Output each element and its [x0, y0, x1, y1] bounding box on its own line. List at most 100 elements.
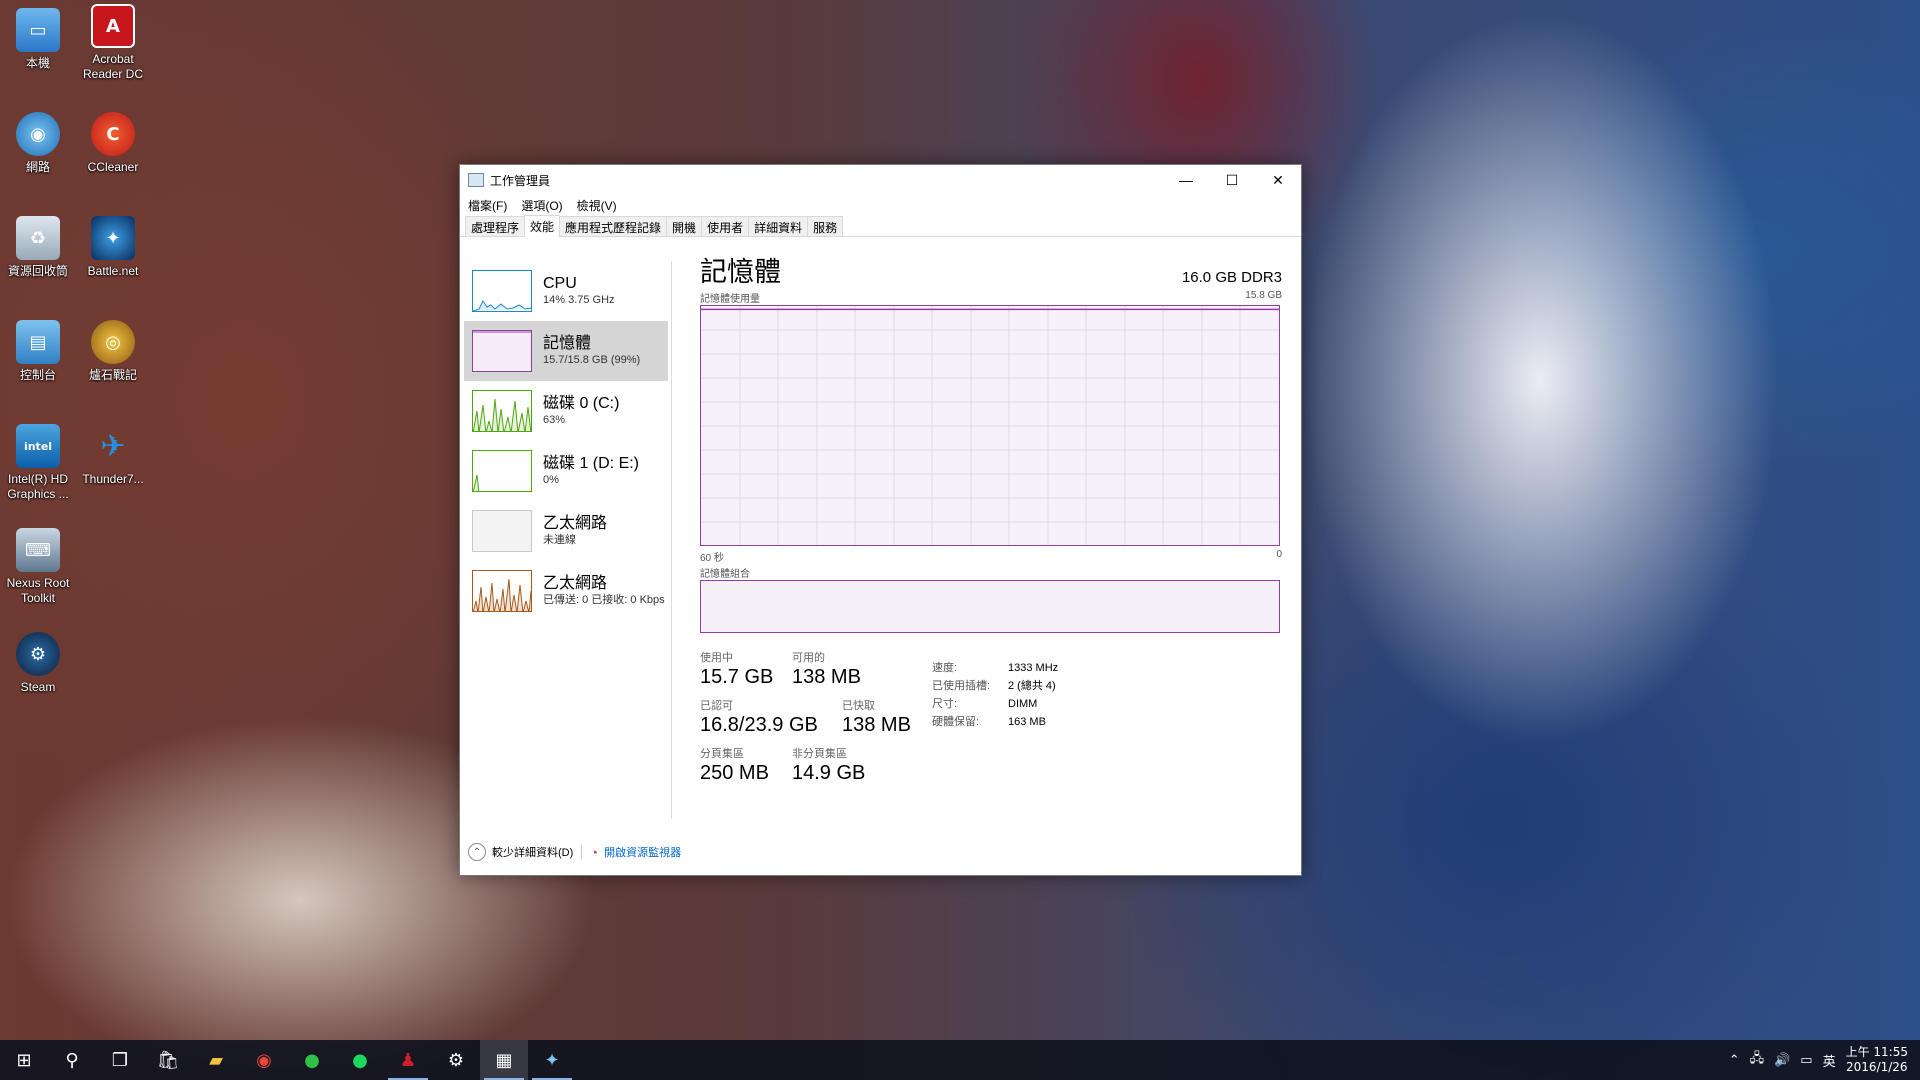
- menu-view[interactable]: 檢視(V): [577, 197, 617, 214]
- input-language[interactable]: 英: [1823, 1051, 1836, 1070]
- resource-item-ethernet-2[interactable]: 乙太網路 已傳送: 0 已接收: 0 Kbps: [464, 561, 668, 621]
- spotify-icon: ●: [352, 1049, 368, 1071]
- desktop-icon-nexus-root-toolkit[interactable]: ⌨ Nexus Root Toolkit: [0, 528, 76, 606]
- chrome-button[interactable]: ◉: [240, 1040, 288, 1080]
- stat-value: 15.7 GB: [700, 666, 774, 688]
- resource-item-disk1[interactable]: 磁碟 1 (D: E:) 0%: [464, 441, 668, 501]
- tab-performance[interactable]: 效能: [524, 215, 561, 237]
- stat-available: 可用的 138 MB: [792, 651, 861, 689]
- stat-label: 已認可: [700, 700, 733, 712]
- resource-monitor-icon: ◔: [590, 844, 599, 860]
- open-resource-monitor-link[interactable]: 開啟資源監視器: [604, 844, 681, 860]
- clock-date: 2016/1/26: [1846, 1060, 1908, 1074]
- desktop-icon-hearthstone[interactable]: ◎ 爐石戰記: [75, 320, 151, 383]
- desktop-icon-ccleaner[interactable]: C CCleaner: [75, 112, 151, 175]
- desktop-icon-recycle-bin[interactable]: ♻ 資源回收筒: [0, 216, 76, 279]
- tab-services[interactable]: 服務: [807, 216, 844, 236]
- resource-item-memory[interactable]: 記憶體 15.7/15.8 GB (99%): [464, 321, 668, 381]
- menu-file[interactable]: 檔案(F): [468, 197, 507, 214]
- line-button[interactable]: ●: [288, 1040, 336, 1080]
- recycle-bin-icon: ♻: [16, 216, 60, 260]
- desktop-icon-steam[interactable]: ⚙ Steam: [0, 632, 76, 695]
- red-app-button[interactable]: ♟: [384, 1040, 432, 1080]
- maximize-button[interactable]: ☐: [1209, 165, 1255, 195]
- resource-sub: 14% 3.75 GHz: [543, 293, 615, 306]
- action-center-icon[interactable]: ▭: [1800, 1053, 1812, 1068]
- stat-value: 138 MB: [842, 714, 911, 736]
- spotify-button[interactable]: ●: [336, 1040, 384, 1080]
- resource-name: 磁碟 1 (D: E:): [543, 454, 640, 472]
- desktop-icon-acrobat[interactable]: A Acrobat Reader DC: [75, 4, 151, 82]
- desktop-icon-battlenet[interactable]: ✦ Battle.net: [75, 216, 151, 279]
- resource-name: 乙太網路: [543, 574, 608, 592]
- desktop-icon-thunder[interactable]: ✈ Thunder7...: [75, 424, 151, 487]
- app-red-icon: ♟: [399, 1049, 417, 1071]
- menu-options[interactable]: 選項(O): [521, 197, 562, 214]
- task-view-button[interactable]: ❐: [96, 1040, 144, 1080]
- detail-value: 163 MB: [1008, 716, 1046, 728]
- close-button[interactable]: ✕: [1255, 165, 1301, 195]
- close-icon: ✕: [1272, 171, 1284, 188]
- store-button[interactable]: 🛍: [144, 1040, 192, 1080]
- start-button[interactable]: ⊞: [0, 1040, 48, 1080]
- resource-item-ethernet-1[interactable]: 乙太網路 未連線: [464, 501, 668, 561]
- disk1-thumbnail-graph: [472, 450, 532, 492]
- taskbar: ⊞ ⚲ ❐ 🛍 ▰ ◉ ● ● ♟ ⚙ ▦ ✦ ⌃ 🖧 🔊 ▭ 英 上午 11:…: [0, 1040, 1920, 1080]
- resource-name: 記憶體: [543, 334, 592, 352]
- desktop-icon-intel-graphics[interactable]: intel Intel(R) HD Graphics ...: [0, 424, 76, 502]
- usage-graph-max: 15.8 GB: [1245, 290, 1282, 301]
- desktop-icon-control-panel[interactable]: ▤ 控制台: [0, 320, 76, 383]
- memory-spec: 16.0 GB DDR3: [1181, 269, 1282, 286]
- tab-details[interactable]: 詳細資料: [748, 216, 809, 236]
- thunder-icon: ✈: [100, 428, 126, 464]
- minimize-icon: —: [1179, 172, 1193, 188]
- usage-gridlines: [701, 306, 1279, 545]
- battlenet-taskbar-icon: ✦: [544, 1049, 560, 1071]
- stat-committed: 已認可 16.8/23.9 GB: [700, 699, 818, 737]
- details-keys: 速度: 已使用插槽: 尺寸: 硬體保留:: [932, 659, 990, 731]
- volume-icon[interactable]: 🔊: [1774, 1053, 1790, 1068]
- tab-app-history[interactable]: 應用程式歷程記錄: [559, 216, 668, 236]
- control-panel-icon: ▤: [16, 320, 60, 364]
- resource-item-disk0[interactable]: 磁碟 0 (C:) 63%: [464, 381, 668, 441]
- stat-value: 250 MB: [700, 762, 769, 784]
- title-bar[interactable]: 工作管理員 — ☐ ✕: [460, 165, 1301, 195]
- system-tray: ⌃ 🖧 🔊 ▭ 英 上午 11:55 2016/1/26: [1729, 1040, 1920, 1080]
- resource-sub: 未連線: [543, 533, 576, 546]
- resource-name: 乙太網路: [543, 514, 608, 532]
- desktop-icon-network[interactable]: ◉ 網路: [0, 112, 76, 175]
- battlenet-taskbar-button[interactable]: ✦: [528, 1040, 576, 1080]
- tab-users[interactable]: 使用者: [701, 216, 750, 236]
- stat-value: 16.8/23.9 GB: [700, 714, 818, 736]
- tab-startup[interactable]: 開機: [666, 216, 703, 236]
- acrobat-icon: A: [91, 4, 135, 48]
- detail-key: 尺寸:: [932, 698, 958, 710]
- stat-nonpaged-pool: 非分頁集區 14.9 GB: [792, 747, 865, 785]
- hearthstone-icon: ◎: [91, 320, 135, 364]
- settings-button[interactable]: ⚙: [432, 1040, 480, 1080]
- file-explorer-button[interactable]: ▰: [192, 1040, 240, 1080]
- minimize-button[interactable]: —: [1163, 165, 1209, 195]
- chevron-up-icon[interactable]: ⌃: [468, 843, 486, 861]
- steam-icon: ⚙: [16, 632, 60, 676]
- fewer-details-link[interactable]: 較少詳細資料(D): [492, 844, 573, 860]
- network-tray-icon[interactable]: 🖧: [1750, 1049, 1765, 1071]
- detail-value: 2 (總共 4): [1008, 680, 1056, 692]
- panel-divider: [671, 261, 672, 819]
- network-icon: ◉: [16, 112, 60, 156]
- resource-item-cpu[interactable]: CPU 14% 3.75 GHz: [464, 261, 668, 321]
- composition-label: 記憶體組合: [700, 569, 750, 580]
- tab-processes[interactable]: 處理程序: [465, 216, 526, 236]
- stat-label: 可用的: [792, 652, 825, 664]
- tray-chevron-up-icon[interactable]: ⌃: [1729, 1053, 1740, 1068]
- window-title: 工作管理員: [490, 173, 551, 188]
- memory-composition-bar: [700, 580, 1280, 633]
- graph-time-start: 60 秒: [700, 553, 724, 564]
- detail-key: 速度:: [932, 662, 958, 674]
- clock[interactable]: 上午 11:55 2016/1/26: [1846, 1045, 1908, 1075]
- task-manager-taskbar-button[interactable]: ▦: [480, 1040, 528, 1080]
- search-button[interactable]: ⚲: [48, 1040, 96, 1080]
- detail-value: DIMM: [1008, 698, 1038, 710]
- desktop-icon-this-pc[interactable]: ▭ 本機: [0, 8, 76, 71]
- stat-cached: 已快取 138 MB: [842, 699, 911, 737]
